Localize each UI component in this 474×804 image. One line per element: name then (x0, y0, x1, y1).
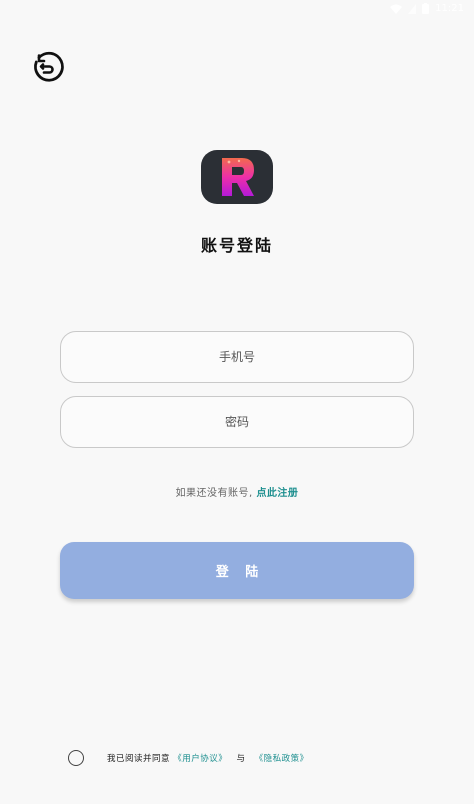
status-bar: 11:21 (0, 0, 474, 20)
password-field[interactable] (60, 396, 414, 448)
agreement-and: 与 (236, 754, 246, 764)
user-agreement-link[interactable]: 《用户协议》 (173, 754, 227, 764)
agreement-prefix: 我已阅读并同意 (107, 754, 171, 764)
login-button[interactable]: 登 陆 (60, 542, 414, 599)
app-logo-icon (222, 158, 254, 196)
page-title: 账号登陆 (200, 236, 273, 255)
signal-icon (408, 3, 417, 14)
back-arrow-icon (34, 51, 64, 82)
app-logo (201, 150, 273, 204)
back-button[interactable] (30, 49, 64, 83)
register-hint: 如果还没有账号, 点此注册 (0, 484, 474, 499)
password-input[interactable] (61, 414, 413, 430)
phone-field[interactable] (60, 331, 414, 383)
register-hint-text: 如果还没有账号, (175, 488, 253, 499)
agreement-radio[interactable] (68, 750, 84, 766)
battery-icon (422, 3, 430, 14)
privacy-policy-link[interactable]: 《隐私政策》 (255, 754, 309, 764)
status-time: 11:21 (435, 3, 464, 14)
agreement-text: 我已阅读并同意 《用户协议》 与 《隐私政策》 (107, 752, 309, 764)
wifi-icon (390, 4, 403, 14)
phone-input[interactable] (61, 349, 413, 365)
register-link[interactable]: 点此注册 (256, 488, 298, 499)
status-icons: 11:21 (390, 3, 464, 14)
